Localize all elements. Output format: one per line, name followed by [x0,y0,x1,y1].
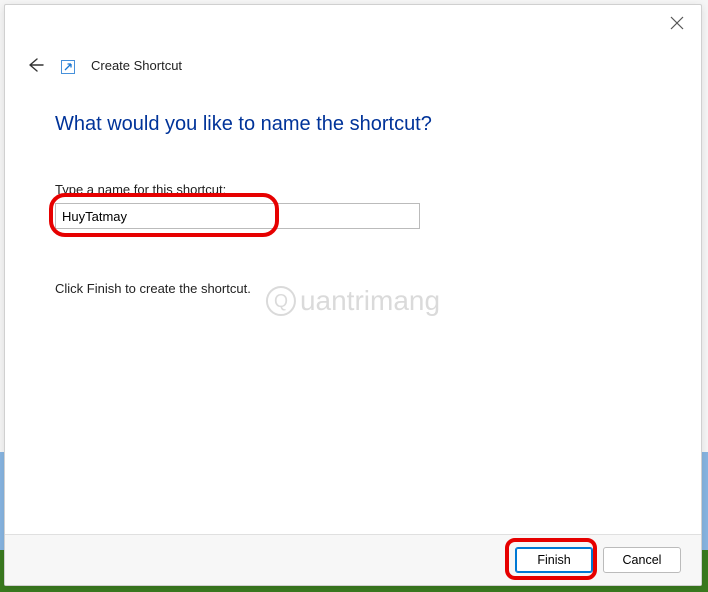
header-row: Create Shortcut [5,41,701,85]
wizard-title: Create Shortcut [91,58,182,73]
content-area: What would you like to name the shortcut… [5,85,701,534]
finish-button[interactable]: Finish [515,547,593,573]
input-label: Type a name for this shortcut: [55,182,651,197]
create-shortcut-wizard: Create Shortcut What would you like to n… [4,4,702,586]
input-wrap [55,203,420,229]
back-arrow-icon[interactable] [25,55,45,75]
close-icon[interactable] [669,15,685,31]
instruction-text: Click Finish to create the shortcut. [55,281,651,296]
shortcut-name-input[interactable] [55,203,420,229]
page-heading: What would you like to name the shortcut… [55,113,651,136]
titlebar [5,5,701,41]
shortcut-icon [61,60,75,74]
footer: Finish Cancel [5,534,701,585]
cancel-button[interactable]: Cancel [603,547,681,573]
